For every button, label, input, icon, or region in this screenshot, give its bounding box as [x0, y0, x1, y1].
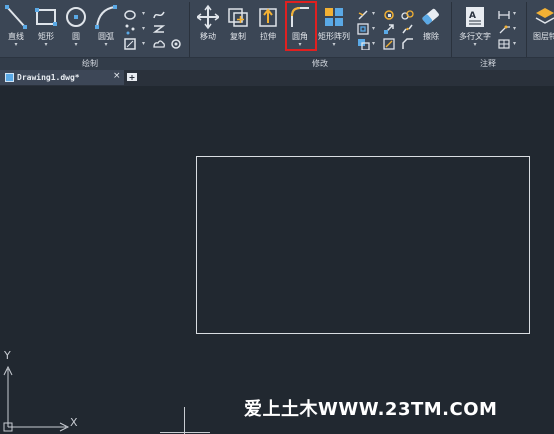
array-icon [325, 8, 343, 26]
rectangle-button[interactable]: 矩形 ▾ [33, 4, 59, 48]
leader-icon[interactable] [498, 23, 512, 35]
chamfer-icon[interactable] [401, 38, 415, 50]
chevron-down-icon[interactable]: ▾ [513, 10, 516, 17]
table-icon[interactable] [498, 38, 512, 50]
chevron-down-icon[interactable]: ▾ [513, 25, 516, 32]
svg-text:A: A [469, 11, 476, 21]
erase-button[interactable]: 擦除 [418, 4, 444, 42]
hatch-icon[interactable] [124, 38, 138, 50]
chevron-down-icon: ▾ [332, 41, 336, 48]
point-icon[interactable] [124, 23, 138, 35]
stretch-icon [259, 8, 277, 27]
move-icon [197, 4, 219, 30]
chevron-down-icon: ▾ [44, 41, 48, 48]
group-label-annotate: 注释 [480, 59, 496, 68]
copy-button[interactable]: 复制 [225, 4, 251, 42]
eraser-icon [422, 8, 439, 25]
stretch-button[interactable]: 拉伸 [255, 4, 281, 42]
mtext-icon: A [466, 7, 484, 27]
copy-label: 复制 [230, 32, 246, 41]
chevron-down-icon: ▾ [74, 41, 78, 48]
ucs-x-label: X [70, 416, 78, 429]
stretch-label: 拉伸 [260, 32, 276, 41]
group-label-draw: 绘制 [82, 59, 98, 68]
mtext-button[interactable]: A 多行文字 ▾ [457, 4, 493, 48]
polyline-icon[interactable] [152, 23, 166, 35]
tab-drawing1[interactable]: Drawing1.dwg* × [0, 70, 124, 85]
region-icon[interactable] [170, 38, 184, 50]
crosshair-horizontal [160, 432, 210, 433]
chevron-down-icon[interactable]: ▾ [372, 10, 375, 17]
break-icon[interactable] [401, 23, 415, 35]
chevron-down-icon: ▾ [14, 41, 18, 48]
drawn-rectangle[interactable] [196, 156, 530, 334]
layer-properties-button[interactable]: 图层特 [530, 4, 554, 42]
ucs-y-label: Y [4, 349, 11, 362]
chevron-down-icon[interactable]: ▾ [372, 25, 375, 32]
drawing-file-icon [5, 73, 14, 82]
line-icon [5, 5, 27, 29]
copy-icon [228, 8, 248, 27]
chevron-down-icon[interactable]: ▾ [513, 40, 516, 47]
fillet-highlight [285, 1, 317, 51]
explode-icon[interactable] [383, 38, 397, 50]
chevron-down-icon[interactable]: ▾ [142, 10, 145, 17]
group-label-modify: 修改 [312, 59, 328, 68]
join-icon[interactable] [401, 9, 415, 21]
circle-button[interactable]: 圆 ▾ [63, 4, 89, 48]
chevron-down-icon[interactable]: ▾ [142, 25, 145, 32]
chevron-down-icon: ▾ [473, 41, 477, 48]
scale-icon[interactable] [383, 23, 397, 35]
crosshair-vertical [184, 407, 185, 434]
line-button[interactable]: 直线 ▾ [3, 4, 29, 48]
revcloud-icon[interactable] [152, 38, 166, 50]
circle-icon [66, 7, 86, 27]
watermark: 爱上土木WWW.23TM.COM [244, 399, 498, 420]
chevron-down-icon[interactable]: ▾ [142, 40, 145, 47]
spline-icon[interactable] [152, 9, 166, 21]
chevron-down-icon: ▾ [104, 41, 108, 48]
new-tab-icon[interactable] [126, 72, 138, 82]
ellipse-icon[interactable] [124, 9, 138, 21]
layer-properties-label: 图层特 [533, 32, 554, 41]
rect-array-button[interactable]: 矩形阵列 ▾ [317, 4, 351, 48]
close-icon[interactable]: × [113, 71, 121, 81]
trim-icon[interactable] [357, 9, 371, 21]
tab-title: Drawing1.dwg* [17, 73, 80, 82]
arc-icon [95, 5, 117, 29]
arc-button[interactable]: 圆弧 ▾ [93, 4, 119, 48]
offset-icon[interactable] [357, 23, 371, 35]
linear-dimension-icon[interactable] [498, 9, 512, 21]
chevron-down-icon[interactable]: ▾ [372, 40, 375, 47]
layers-icon [535, 8, 554, 24]
rotate-icon[interactable] [383, 9, 397, 21]
move-label: 移动 [200, 32, 216, 41]
rectangle-icon [35, 8, 57, 26]
move-button[interactable]: 移动 [195, 4, 221, 42]
erase-label: 擦除 [423, 32, 439, 41]
mirror-icon[interactable] [357, 38, 371, 50]
